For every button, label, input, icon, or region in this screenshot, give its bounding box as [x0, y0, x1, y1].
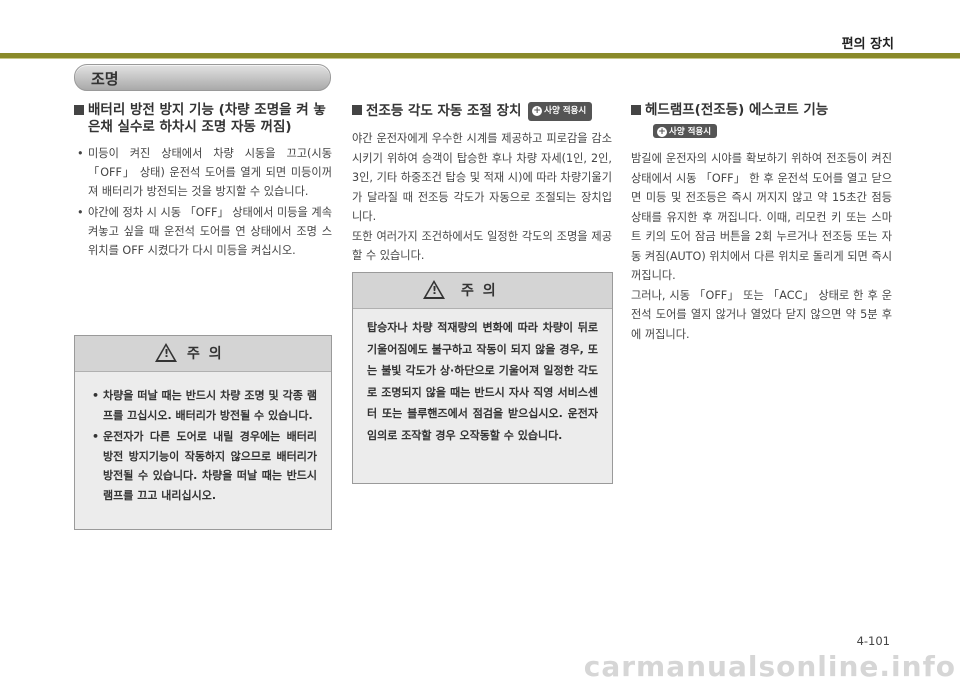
page-header: 편의 장치 [0, 0, 960, 54]
caution-header: ! 주 의 [353, 273, 612, 309]
category-pill: 조명 [74, 64, 331, 91]
caution-body: 탑승자나 차량 적재량의 변화에 따라 차량이 뒤로 기울어짐에도 불구하고 작… [353, 309, 612, 456]
category-label: 조명 [91, 70, 119, 88]
section-title: 편의 장치 [841, 37, 894, 52]
list-item: 미등이 켜진 상태에서 차량 시동을 끄고(시동 「OFF」 상태) 운전석 도… [74, 144, 332, 201]
caution-title: 주 의 [187, 346, 224, 362]
heading-text: 배터리 방전 방지 기능 (차량 조명을 켜 놓은채 실수로 하차시 조명 자동… [88, 102, 326, 135]
section-heading: 전조등 각도 자동 조절 장치 + 사양 적용시 [352, 102, 612, 121]
caution-title: 주 의 [461, 283, 498, 299]
section-heading: 헤드램프(전조등) 에스코트 기능 [631, 102, 892, 119]
list-item: 차량을 떠날 때는 반드시 차량 조명 및 각종 램프를 끄십시오. 배터리가 … [89, 386, 317, 425]
heading-text: 헤드램프(전조등) 에스코트 기능 [645, 102, 829, 118]
body-text: 밤길에 운전자의 시야를 확보하기 위하여 전조등이 켜진 상태에서 시동 「O… [631, 149, 892, 344]
body-text: 야간 운전자에게 우수한 시계를 제공하고 피로감을 감소시키기 위하여 승객이… [352, 129, 612, 266]
warning-exclamation: ! [164, 347, 170, 360]
paragraph: 그러나, 시동 「OFF」 또는 「ACC」 상태로 한 후 운전석 도어를 열… [631, 288, 892, 341]
warning-exclamation: ! [432, 284, 438, 297]
bullet-list: 미등이 켜진 상태에서 차량 시동을 끄고(시동 「OFF」 상태) 운전석 도… [74, 144, 332, 260]
heading-square-icon [631, 105, 641, 115]
section-heading: 배터리 방전 방지 기능 (차량 조명을 켜 놓은채 실수로 하차시 조명 자동… [74, 102, 332, 136]
column-headlamp-leveling: 전조등 각도 자동 조절 장치 + 사양 적용시 야간 운전자에게 우수한 시계를… [352, 102, 612, 266]
list-item: 운전자가 다른 도어로 내릴 경우에는 배터리 방전 방지기능이 작동하지 않으… [89, 427, 317, 505]
paragraph: 야간 운전자에게 우수한 시계를 제공하고 피로감을 감소시키기 위하여 승객이… [352, 132, 612, 223]
plus-circle-icon: + [532, 106, 543, 116]
column-escort-function: 헤드램프(전조등) 에스코트 기능 + 사양 적용시 밤길에 운전자의 시야를 확… [631, 102, 892, 344]
caution-list: 차량을 떠날 때는 반드시 차량 조명 및 각종 램프를 끄십시오. 배터리가 … [89, 386, 317, 505]
badge-label: 사양 적용시 [544, 106, 587, 116]
heading-square-icon [352, 105, 362, 115]
heading-text: 전조등 각도 자동 조절 장치 [366, 103, 522, 119]
option-badge: + 사양 적용시 [653, 124, 718, 138]
column-battery-saver: 배터리 방전 방지 기능 (차량 조명을 켜 놓은채 실수로 하차시 조명 자동… [74, 102, 332, 262]
paragraph: 또한 여러가지 조건하에서도 일정한 각도의 조명을 제공할 수 있습니다. [352, 229, 612, 263]
page-number: 4-101 [856, 634, 890, 648]
caution-text: 탑승자나 차량 적재량의 변화에 따라 차량이 뒤로 기울어짐에도 불구하고 작… [367, 321, 598, 442]
header-rule-thin [0, 58, 960, 59]
list-item: 야간에 정차 시 시동 「OFF」 상태에서 미등을 계속 켜놓고 싶을 때 운… [74, 203, 332, 260]
caution-box: ! 주 의 차량을 떠날 때는 반드시 차량 조명 및 각종 램프를 끄십시오.… [74, 335, 332, 530]
badge-label: 사양 적용시 [669, 127, 712, 137]
heading-square-icon [74, 105, 84, 115]
plus-circle-icon: + [657, 127, 667, 137]
paragraph: 밤길에 운전자의 시야를 확보하기 위하여 전조등이 켜진 상태에서 시동 「O… [631, 152, 892, 282]
option-badge: + 사양 적용시 [528, 102, 593, 121]
caution-box: ! 주 의 탑승자나 차량 적재량의 변화에 따라 차량이 뒤로 기울어짐에도 … [352, 272, 613, 484]
badge-row: + 사양 적용시 [631, 121, 892, 140]
caution-body: 차량을 떠날 때는 반드시 차량 조명 및 각종 램프를 끄십시오. 배터리가 … [75, 372, 331, 517]
caution-header: ! 주 의 [75, 336, 331, 372]
watermark: carmanualsonline.info [583, 650, 956, 683]
